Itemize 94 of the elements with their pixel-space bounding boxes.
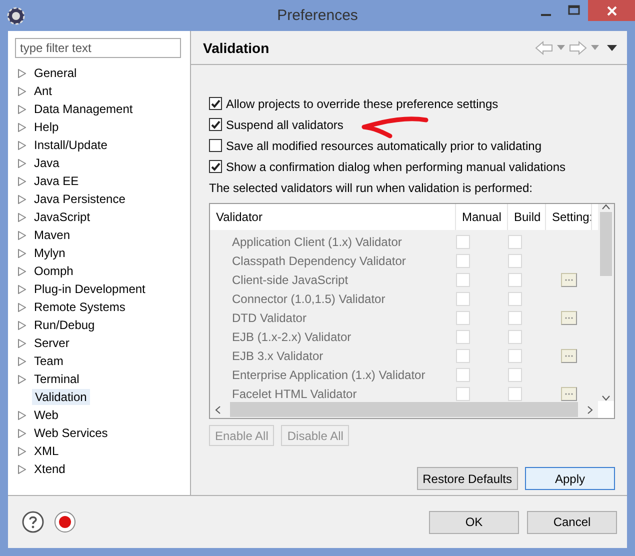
expand-arrow-icon[interactable] <box>18 194 26 204</box>
expand-arrow-icon[interactable] <box>18 104 26 114</box>
tree-item[interactable]: Xtend <box>32 462 68 476</box>
table-cell-text: Connector (1.0,1.5) Validator <box>231 292 386 306</box>
scrollbar-thumb[interactable] <box>600 212 612 276</box>
filter-field[interactable]: type filter text <box>15 38 181 58</box>
forward-arrow-icon[interactable] <box>569 40 587 54</box>
checkbox[interactable] <box>209 97 222 110</box>
tree-item[interactable]: Help <box>32 120 61 134</box>
table-cell-text: EJB 3.x Validator <box>231 348 324 362</box>
window-title: Preferences <box>277 7 358 24</box>
expand-arrow-icon[interactable] <box>18 320 26 330</box>
scroll-left-icon <box>214 406 222 414</box>
tree-item[interactable]: Oomph <box>32 264 76 278</box>
scroll-right-icon <box>586 406 594 414</box>
checkbox[interactable] <box>209 139 222 152</box>
checkbox[interactable] <box>209 118 222 131</box>
tree-item[interactable]: Ant <box>32 84 54 98</box>
tree-item[interactable]: Data Management <box>32 102 135 116</box>
table-cell-text: Facelet HTML Validator <box>231 386 358 400</box>
restore-defaults-button[interactable]: Restore Defaults <box>416 467 518 490</box>
table-cell-text: Client-side JavaScript <box>231 272 350 286</box>
scroll-down-icon <box>602 395 610 401</box>
tree-item[interactable]: Remote Systems <box>32 300 128 314</box>
expand-arrow-icon[interactable] <box>18 374 26 384</box>
expand-arrow-icon[interactable] <box>18 428 26 438</box>
table-cell-text: EJB (1.x-2.x) Validator <box>231 330 352 344</box>
expand-arrow-icon[interactable] <box>18 446 26 456</box>
expand-arrow-icon[interactable] <box>18 464 26 474</box>
gear-icon <box>6 6 26 26</box>
table-caption: The selected validators will run when validation is performed: <box>209 181 534 195</box>
expand-arrow-icon[interactable] <box>18 68 26 78</box>
expand-arrow-icon[interactable] <box>18 230 26 240</box>
tree-item[interactable]: JavaScript <box>32 210 92 224</box>
scroll-up-icon <box>602 204 610 210</box>
view-menu-icon[interactable] <box>607 44 617 50</box>
tree-item[interactable]: Install/Update <box>32 138 110 152</box>
checkmark-icon <box>210 98 221 109</box>
ok-button[interactable]: OK <box>429 510 519 534</box>
checkbox-label: Allow projects to override these preference settings <box>226 96 498 110</box>
checkbox[interactable] <box>209 160 222 173</box>
table-cell-text: DTD Validator <box>231 310 308 324</box>
help-icon[interactable] <box>22 511 44 533</box>
expand-arrow-icon[interactable] <box>18 212 26 222</box>
checkbox-label: Show a confirmation dialog when performing manual validations <box>226 160 566 174</box>
tree-item[interactable]: Java <box>32 156 62 170</box>
tree-item[interactable]: Web <box>32 408 60 422</box>
expand-arrow-icon[interactable] <box>18 86 26 96</box>
cancel-button[interactable]: Cancel <box>527 510 617 534</box>
expand-arrow-icon[interactable] <box>18 248 26 258</box>
tree-item[interactable]: XML <box>32 444 61 458</box>
tree-item[interactable]: Java Persistence <box>32 192 128 206</box>
tree-item[interactable]: Run/Debug <box>32 318 97 332</box>
expand-arrow-icon[interactable] <box>18 140 26 150</box>
tree-item[interactable]: Validation <box>32 389 90 405</box>
close-button[interactable] <box>588 0 635 21</box>
expand-arrow-icon[interactable] <box>18 284 26 294</box>
tree-item[interactable]: General <box>32 66 79 80</box>
checkbox-label: Save all modified resources automatically prior to validating <box>226 138 542 152</box>
vertical-scrollbar[interactable] <box>598 204 614 401</box>
horizontal-scrollbar[interactable] <box>210 401 598 418</box>
dropdown-caret-icon[interactable] <box>557 45 565 50</box>
dropdown-caret-icon[interactable] <box>591 45 599 50</box>
back-arrow-icon[interactable] <box>535 40 553 54</box>
maximize-icon <box>568 5 580 15</box>
checkbox-label: Suspend all validators <box>226 118 344 132</box>
expand-arrow-icon[interactable] <box>18 266 26 276</box>
expand-arrow-icon[interactable] <box>18 158 26 168</box>
tree-item[interactable]: Maven <box>32 228 72 242</box>
expand-arrow-icon[interactable] <box>18 356 26 366</box>
page-title: Validation <box>203 40 270 56</box>
table-cell-text: Classpath Dependency Validator <box>231 254 407 268</box>
close-icon <box>606 6 616 16</box>
scrollbar-thumb[interactable] <box>230 402 578 417</box>
tree-item[interactable]: Server <box>32 336 72 350</box>
checkmark-icon <box>210 119 221 130</box>
checkmark-icon <box>210 161 221 172</box>
expand-arrow-icon[interactable] <box>18 338 26 348</box>
record-icon[interactable] <box>54 511 76 533</box>
arrow-annotation <box>360 114 430 140</box>
table-cell-text: Enterprise Application (1.x) Validator <box>231 368 426 382</box>
tree-item[interactable]: Team <box>32 354 66 368</box>
tree-item[interactable]: Plug-in Development <box>32 282 148 296</box>
expand-arrow-icon[interactable] <box>18 122 26 132</box>
table-cell-text: Application Client (1.x) Validator <box>231 234 403 248</box>
apply-button[interactable]: Apply <box>525 467 615 490</box>
tree-item[interactable]: Terminal <box>32 372 82 386</box>
minimize-icon <box>541 14 551 16</box>
expand-arrow-icon[interactable] <box>18 410 26 420</box>
tree-item[interactable]: Web Services <box>32 426 110 440</box>
expand-arrow-icon[interactable] <box>18 302 26 312</box>
tree-item[interactable]: Java EE <box>32 174 81 188</box>
expand-arrow-icon[interactable] <box>18 176 26 186</box>
tree-item[interactable]: Mylyn <box>32 246 68 260</box>
